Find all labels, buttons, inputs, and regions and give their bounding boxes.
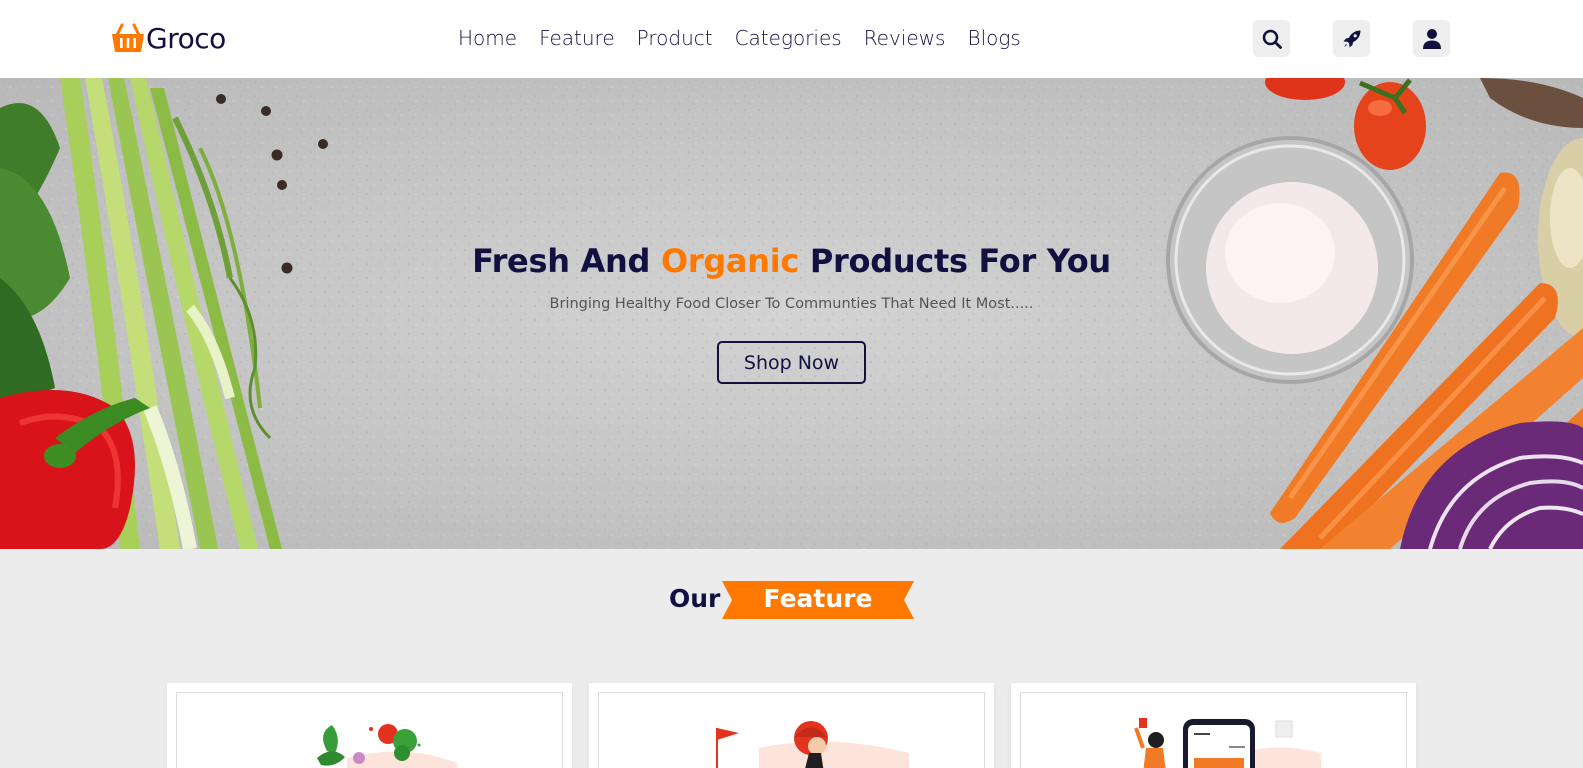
shop-now-button[interactable]: Shop Now (717, 341, 866, 384)
easy-payments-illustration (1134, 718, 1321, 768)
main-nav: Home Feature Product Categories Reviews … (458, 26, 1043, 50)
logo[interactable]: Groco (110, 20, 226, 56)
user-button[interactable] (1413, 20, 1450, 57)
shopping-basket-icon (112, 23, 144, 52)
nav-reviews[interactable]: Reviews (864, 26, 946, 50)
hero-title: Fresh And Organic Products For You (0, 242, 1583, 280)
fresh-organic-illustration (317, 724, 457, 768)
nav-feature[interactable]: Feature (539, 26, 615, 50)
site-header: Groco Home Feature Product Categories Re… (0, 0, 1583, 78)
feature-heading-ribbon: Feature (763, 584, 873, 613)
header-icons (1253, 20, 1450, 57)
feature-card-1 (167, 683, 572, 768)
feature-heading-plain: Our (669, 584, 721, 613)
hero-title-accent: Organic (660, 242, 800, 280)
free-delivery-illustration (716, 721, 909, 768)
rocket-icon (1343, 30, 1360, 47)
nav-home[interactable]: Home (458, 26, 517, 50)
nav-categories[interactable]: Categories (735, 26, 842, 50)
logo-text: Groco (146, 21, 226, 55)
feature-heading: Our Feature (0, 580, 1583, 620)
hero-title-part1: Fresh And (472, 242, 661, 280)
nav-product[interactable]: Product (637, 26, 713, 50)
hero-title-part2: Products For You (799, 242, 1111, 280)
feature-card-2 (589, 683, 994, 768)
rocket-button[interactable] (1333, 20, 1370, 57)
hero-banner: Fresh And Organic Products For You Bring… (0, 78, 1583, 549)
feature-card-3 (1011, 683, 1416, 768)
nav-blogs[interactable]: Blogs (967, 26, 1020, 50)
user-icon (1422, 28, 1441, 49)
hero-subtitle: Bringing Healthy Food Closer To Communti… (549, 296, 1034, 312)
hero-content: Fresh And Organic Products For You Bring… (0, 78, 1583, 549)
search-button[interactable] (1253, 20, 1290, 57)
search-icon (1262, 29, 1282, 49)
